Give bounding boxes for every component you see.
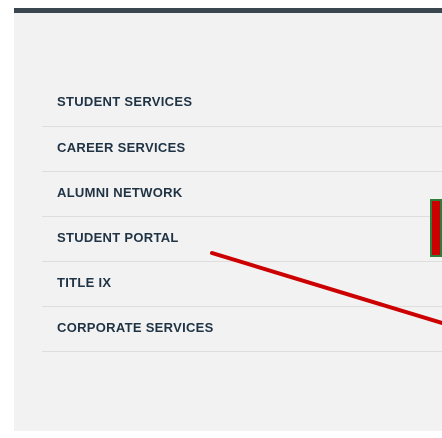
list-item: ALUMNI NETWORK	[42, 172, 442, 217]
alumni-network-link[interactable]: ALUMNI NETWORK	[57, 185, 183, 200]
title-ix-link[interactable]: TITLE IX	[57, 275, 111, 290]
list-item: STUDENT SERVICES	[42, 81, 442, 127]
student-services-link[interactable]: STUDENT SERVICES	[57, 94, 192, 109]
corporate-services-link[interactable]: CORPORATE SERVICES	[57, 320, 214, 335]
list-item: CORPORATE SERVICES	[42, 307, 442, 352]
student-portal-link[interactable]: STUDENT PORTAL	[57, 230, 179, 245]
career-services-link[interactable]: CAREER SERVICES	[57, 140, 186, 155]
list-item: TITLE IX	[42, 262, 442, 307]
list-item: CAREER SERVICES	[42, 127, 442, 172]
list-item: STUDENT PORTAL	[42, 217, 442, 262]
page: STUDENT SERVICES CAREER SERVICES ALUMNI …	[0, 0, 442, 438]
footer-link-list: STUDENT SERVICES CAREER SERVICES ALUMNI …	[42, 81, 442, 352]
